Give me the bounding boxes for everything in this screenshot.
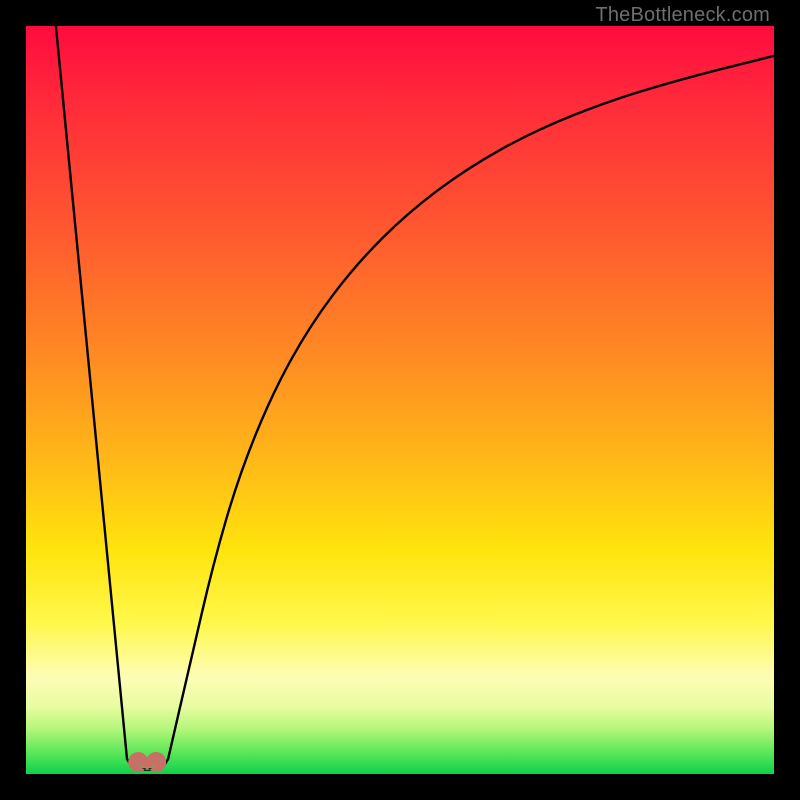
watermark-text: TheBottleneck.com <box>595 4 770 27</box>
valley-marker-icon <box>128 752 166 772</box>
chart-frame: TheBottleneck.com <box>0 0 800 800</box>
plot-area <box>26 26 774 774</box>
curve-svg <box>26 26 774 774</box>
bottleneck-curve <box>56 26 774 770</box>
